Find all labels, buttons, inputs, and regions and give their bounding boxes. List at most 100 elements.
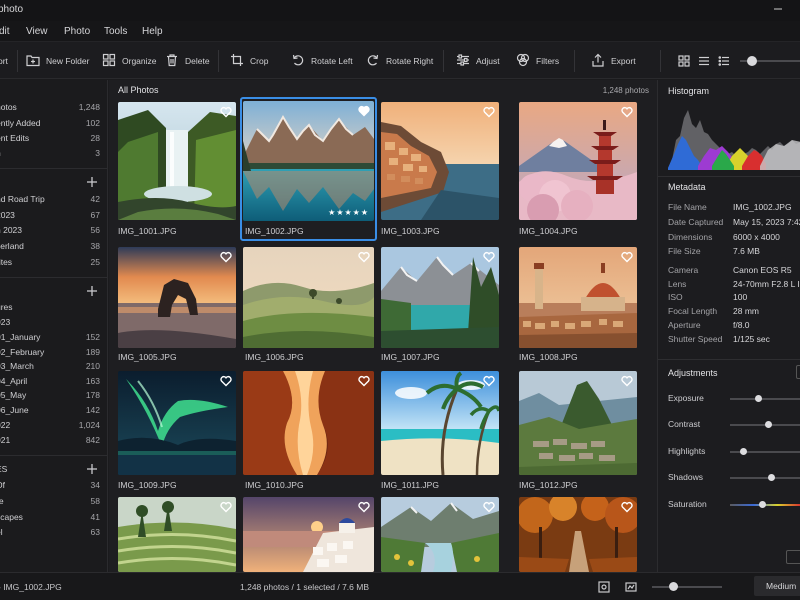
photo-thumbnail-sea-arch[interactable]: [118, 247, 236, 348]
menu-tools[interactable]: Tools: [104, 26, 127, 37]
favorite-icon[interactable]: [483, 106, 495, 118]
rotate-right-button[interactable]: Rotate Right: [366, 52, 433, 70]
fit-screen-icon[interactable]: [598, 581, 610, 593]
photo-thumbnail-pagoda-fuji[interactable]: [519, 102, 637, 220]
highlights-knob[interactable]: [740, 448, 747, 455]
add-album-icon[interactable]: [87, 177, 97, 187]
photo-thumbnail-mountain-stream[interactable]: [381, 497, 499, 572]
sidebar-item-folder[interactable]: 03_March210: [0, 360, 107, 375]
detail-list-icon[interactable]: [718, 55, 730, 67]
photo-thumbnail-mountain-lake[interactable]: ★★★★★: [243, 101, 374, 221]
menu-help[interactable]: Help: [142, 26, 163, 37]
quality-dropdown[interactable]: Medium: [754, 576, 800, 596]
crop-button[interactable]: Crop: [230, 52, 268, 70]
sidebar-item-folder[interactable]: 021842: [0, 434, 107, 449]
sidebar-item-folder[interactable]: 06_June142: [0, 404, 107, 419]
adjustment-label-highlights: Highlights: [668, 446, 706, 456]
thumbnail-size-knob[interactable]: [747, 56, 757, 66]
favorite-icon[interactable]: [220, 251, 232, 263]
minimize-icon[interactable]: [772, 3, 784, 15]
exposure-knob[interactable]: [755, 395, 762, 402]
photo-thumbnail-coastal-village[interactable]: [381, 102, 499, 220]
favorite-icon[interactable]: [358, 105, 370, 117]
saturation-knob[interactable]: [759, 501, 766, 508]
adjustments-menu-button[interactable]: [796, 365, 800, 379]
export-button[interactable]: Export: [591, 52, 636, 70]
favorite-icon[interactable]: [621, 375, 633, 387]
sidebar-item-album[interactable]: nd Road Trip 42: [0, 193, 107, 208]
sidebar-item-folder[interactable]: 01_January 152: [0, 331, 107, 346]
favorite-icon[interactable]: [621, 501, 633, 513]
zoom-slider[interactable]: [652, 586, 722, 588]
list-view-icon[interactable]: [698, 55, 710, 67]
favorite-icon[interactable]: [483, 501, 495, 513]
sidebar-item-tag[interactable]: re58: [0, 495, 107, 510]
sidebar-item-all-photos[interactable]: hotos1,248: [0, 101, 107, 116]
sidebar-item-folder[interactable]: 02_February 189: [0, 346, 107, 361]
grid-view-icon[interactable]: [678, 55, 690, 67]
new-folder-button[interactable]: New Folder: [26, 52, 89, 70]
sidebar-item-folder[interactable]: 0221,024: [0, 419, 107, 434]
favorite-icon[interactable]: [621, 106, 633, 118]
photo-count: 1,248 photos: [602, 86, 649, 95]
quality-label: Medium: [766, 581, 797, 591]
photo-thumbnail-waterfall[interactable]: [118, 102, 236, 220]
favorite-icon[interactable]: [483, 375, 495, 387]
sidebar-item-favorites[interactable]: rites25: [0, 256, 107, 271]
sidebar-item-tag[interactable]: Of34: [0, 479, 107, 494]
add-folder-icon[interactable]: [87, 286, 97, 296]
sidebar-item-album[interactable]: 202367: [0, 209, 107, 224]
photo-thumbnail-autumn-road[interactable]: [519, 497, 637, 572]
favorite-icon[interactable]: [358, 501, 370, 513]
grid-scrollbar[interactable]: [650, 80, 655, 572]
favorite-icon[interactable]: [220, 375, 232, 387]
sidebar-item-folder[interactable]: ures: [0, 301, 107, 316]
photo-thumbnail-machu-picchu[interactable]: [519, 371, 637, 475]
rotate-left-button[interactable]: Rotate Left: [291, 52, 353, 70]
shadows-slider[interactable]: [730, 477, 800, 479]
photo-thumbnail-tropical-beach[interactable]: [381, 371, 499, 475]
photo-thumbnail-rolling-hills[interactable]: [243, 247, 374, 348]
sidebar-item-album[interactable]: n 202356: [0, 224, 107, 239]
photo-filename: IMG_1002.JPG: [245, 226, 304, 236]
shadows-knob[interactable]: [768, 474, 775, 481]
favorite-icon[interactable]: [483, 251, 495, 263]
menu-photo[interactable]: Photo: [64, 26, 90, 37]
favorite-icon[interactable]: [220, 501, 232, 513]
sidebar-item-tag[interactable]: scapes41: [0, 511, 107, 526]
photo-thumbnail-rice-terraces[interactable]: [118, 497, 236, 572]
organize-button[interactable]: Organize: [102, 52, 157, 70]
sidebar-item-folder[interactable]: 04_April163: [0, 375, 107, 390]
favorite-icon[interactable]: [220, 106, 232, 118]
photo-thumbnail-florence-cathedral[interactable]: [519, 247, 637, 348]
photo-thumbnail-santorini[interactable]: [243, 497, 374, 572]
sidebar-item-folder[interactable]: 05_May178: [0, 389, 107, 404]
filters-button[interactable]: Filters: [516, 52, 559, 70]
sidebar-item-folder[interactable]: 023: [0, 316, 107, 331]
exposure-slider[interactable]: [730, 398, 800, 400]
reset-adjustments-button[interactable]: [786, 550, 800, 564]
sidebar-item-album[interactable]: zerland38: [0, 240, 107, 255]
adjust-button[interactable]: Adjust: [456, 52, 500, 70]
contrast-knob[interactable]: [765, 421, 772, 428]
sidebar-item-recently-added[interactable]: ently Added 102: [0, 117, 107, 132]
metadata-value: 1/125 sec: [733, 334, 770, 344]
zoom-knob[interactable]: [669, 582, 678, 591]
sidebar-item-trash[interactable]: h3: [0, 147, 107, 162]
photo-thumbnail-aurora[interactable]: [118, 371, 236, 475]
photo-thumbnail-alpine-lake[interactable]: [381, 247, 499, 348]
photo-thumbnail-slot-canyon[interactable]: [243, 371, 374, 475]
filters-icon: [516, 53, 530, 69]
sidebar-item-recent-edits[interactable]: ent Edits28: [0, 132, 107, 147]
favorite-icon[interactable]: [621, 251, 633, 263]
compare-view-icon[interactable]: [625, 581, 637, 593]
delete-button[interactable]: Delete: [165, 52, 210, 70]
favorite-icon[interactable]: [358, 251, 370, 263]
import-button[interactable]: ort: [0, 52, 8, 70]
sidebar-item-tag[interactable]: el63: [0, 526, 107, 541]
toolbar-divider: [218, 50, 219, 72]
rating-stars[interactable]: ★★★★★: [328, 208, 369, 217]
menu-edit[interactable]: dit: [0, 26, 10, 37]
menu-view[interactable]: View: [26, 26, 48, 37]
favorite-icon[interactable]: [358, 375, 370, 387]
